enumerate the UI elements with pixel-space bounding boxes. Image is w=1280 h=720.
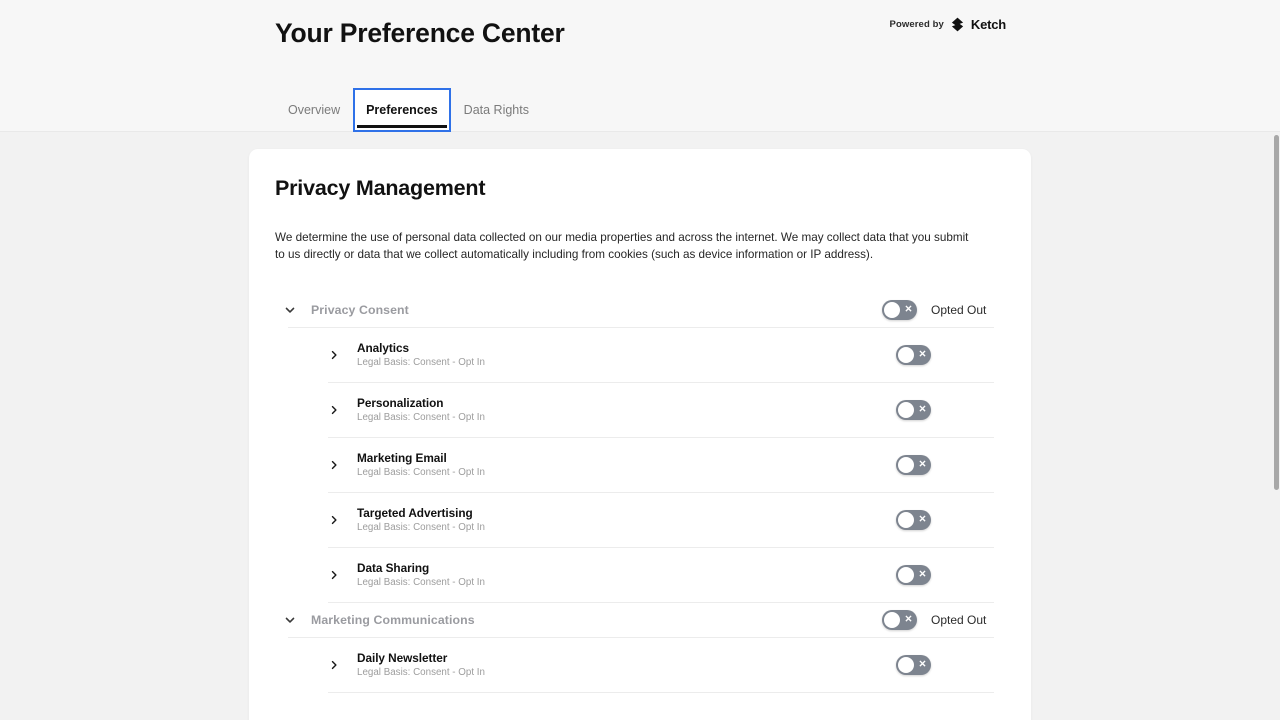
purpose-text-block: Data Sharing Legal Basis: Consent - Opt … <box>357 561 896 589</box>
cross-icon: ✕ <box>919 455 927 475</box>
tab-preferences-label: Preferences <box>366 103 438 117</box>
purpose-row-data-sharing[interactable]: Data Sharing Legal Basis: Consent - Opt … <box>275 548 1005 602</box>
section-status-marketing-communications: Opted Out <box>931 613 997 627</box>
powered-by-ketch: Powered by Ketch <box>890 17 1006 32</box>
section-marketing-communications: Marketing Communications ✕ Opted Out <box>275 603 1005 693</box>
chevron-right-icon[interactable] <box>328 569 340 581</box>
purpose-toggle-targeted-advertising[interactable]: ✕ <box>896 510 931 530</box>
chevron-right-icon[interactable] <box>328 404 340 416</box>
purpose-title-analytics: Analytics <box>357 341 896 355</box>
purpose-row-daily-newsletter[interactable]: Daily Newsletter Legal Basis: Consent - … <box>275 638 1005 692</box>
purpose-legal-basis-personalization: Legal Basis: Consent - Opt In <box>357 411 896 424</box>
toggle-knob <box>898 347 914 363</box>
purpose-title-daily-newsletter: Daily Newsletter <box>357 651 896 665</box>
page-header: Your Preference Center Powered by Ketch … <box>0 0 1280 132</box>
purpose-row-marketing-email[interactable]: Marketing Email Legal Basis: Consent - O… <box>275 438 1005 492</box>
section-title-privacy-consent: Privacy Consent <box>311 303 882 317</box>
purpose-text-block: Daily Newsletter Legal Basis: Consent - … <box>357 651 896 679</box>
purpose-legal-basis-targeted-advertising: Legal Basis: Consent - Opt In <box>357 521 896 534</box>
purpose-divider <box>328 692 994 693</box>
chevron-down-icon[interactable] <box>283 303 297 317</box>
purpose-toggle-data-sharing[interactable]: ✕ <box>896 565 931 585</box>
purpose-title-personalization: Personalization <box>357 396 896 410</box>
section-header-privacy-consent[interactable]: Privacy Consent ✕ Opted Out <box>275 293 1005 327</box>
purpose-list-privacy-consent: Analytics Legal Basis: Consent - Opt In … <box>275 328 1005 603</box>
toggle-knob <box>884 612 900 628</box>
purpose-title-marketing-email: Marketing Email <box>357 451 896 465</box>
section-header-marketing-communications[interactable]: Marketing Communications ✕ Opted Out <box>275 603 1005 637</box>
purpose-row-personalization[interactable]: Personalization Legal Basis: Consent - O… <box>275 383 1005 437</box>
chevron-down-icon[interactable] <box>283 613 297 627</box>
purpose-controls-data-sharing: ✕ <box>896 565 931 585</box>
purpose-row-analytics[interactable]: Analytics Legal Basis: Consent - Opt In … <box>275 328 1005 382</box>
purpose-controls-analytics: ✕ <box>896 345 931 365</box>
purpose-text-block: Targeted Advertising Legal Basis: Consen… <box>357 506 896 534</box>
tab-preferences[interactable]: Preferences <box>353 88 451 132</box>
toggle-knob <box>884 302 900 318</box>
purpose-controls-daily-newsletter: ✕ <box>896 655 931 675</box>
chevron-right-icon[interactable] <box>328 659 340 671</box>
purpose-toggle-marketing-email[interactable]: ✕ <box>896 455 931 475</box>
purpose-legal-basis-analytics: Legal Basis: Consent - Opt In <box>357 356 896 369</box>
toggle-knob <box>898 402 914 418</box>
toggle-knob <box>898 457 914 473</box>
purpose-toggle-daily-newsletter[interactable]: ✕ <box>896 655 931 675</box>
cross-icon: ✕ <box>919 655 927 675</box>
page-scrollbar[interactable] <box>1265 132 1280 720</box>
tab-bar: Overview Preferences Data Rights <box>275 88 542 132</box>
purpose-legal-basis-marketing-email: Legal Basis: Consent - Opt In <box>357 466 896 479</box>
ketch-brand-name: Ketch <box>971 17 1006 32</box>
purpose-toggle-personalization[interactable]: ✕ <box>896 400 931 420</box>
card-description: We determine the use of personal data co… <box>275 230 975 263</box>
tab-overview[interactable]: Overview <box>275 88 353 132</box>
section-privacy-consent: Privacy Consent ✕ Opted Out Analyt <box>275 293 1005 603</box>
purpose-controls-personalization: ✕ <box>896 400 931 420</box>
section-controls-marketing-communications: ✕ Opted Out <box>882 610 997 630</box>
toggle-knob <box>898 657 914 673</box>
cross-icon: ✕ <box>919 510 927 530</box>
purpose-legal-basis-data-sharing: Legal Basis: Consent - Opt In <box>357 576 896 589</box>
tab-data-rights[interactable]: Data Rights <box>451 88 542 132</box>
section-controls-privacy-consent: ✕ Opted Out <box>882 300 997 320</box>
card-title: Privacy Management <box>275 149 1005 201</box>
purpose-title-data-sharing: Data Sharing <box>357 561 896 575</box>
section-status-privacy-consent: Opted Out <box>931 303 997 317</box>
chevron-right-icon[interactable] <box>328 349 340 361</box>
cross-icon: ✕ <box>919 400 927 420</box>
tab-overview-label: Overview <box>288 103 340 117</box>
purpose-list-marketing-communications: Daily Newsletter Legal Basis: Consent - … <box>275 638 1005 693</box>
ketch-logo-icon <box>950 17 965 32</box>
page-scrollbar-thumb[interactable] <box>1274 135 1279 490</box>
tab-data-rights-label: Data Rights <box>464 103 529 117</box>
cross-icon: ✕ <box>919 565 927 585</box>
toggle-knob <box>898 512 914 528</box>
chevron-right-icon[interactable] <box>328 514 340 526</box>
purpose-controls-targeted-advertising: ✕ <box>896 510 931 530</box>
purpose-text-block: Analytics Legal Basis: Consent - Opt In <box>357 341 896 369</box>
section-title-marketing-communications: Marketing Communications <box>311 613 882 627</box>
section-toggle-privacy-consent[interactable]: ✕ <box>882 300 917 320</box>
toggle-knob <box>898 567 914 583</box>
purpose-legal-basis-daily-newsletter: Legal Basis: Consent - Opt In <box>357 666 896 679</box>
purpose-title-targeted-advertising: Targeted Advertising <box>357 506 896 520</box>
sections-list: Privacy Consent ✕ Opted Out Analyt <box>275 293 1005 693</box>
purpose-row-targeted-advertising[interactable]: Targeted Advertising Legal Basis: Consen… <box>275 493 1005 547</box>
cross-icon: ✕ <box>905 610 913 630</box>
purpose-toggle-analytics[interactable]: ✕ <box>896 345 931 365</box>
powered-by-label: Powered by <box>890 19 944 30</box>
privacy-management-card: Privacy Management We determine the use … <box>249 149 1031 720</box>
purpose-controls-marketing-email: ✕ <box>896 455 931 475</box>
page-title: Your Preference Center <box>275 18 565 49</box>
cross-icon: ✕ <box>905 300 913 320</box>
chevron-right-icon[interactable] <box>328 459 340 471</box>
purpose-text-block: Marketing Email Legal Basis: Consent - O… <box>357 451 896 479</box>
purpose-text-block: Personalization Legal Basis: Consent - O… <box>357 396 896 424</box>
cross-icon: ✕ <box>919 345 927 365</box>
section-toggle-marketing-communications[interactable]: ✕ <box>882 610 917 630</box>
